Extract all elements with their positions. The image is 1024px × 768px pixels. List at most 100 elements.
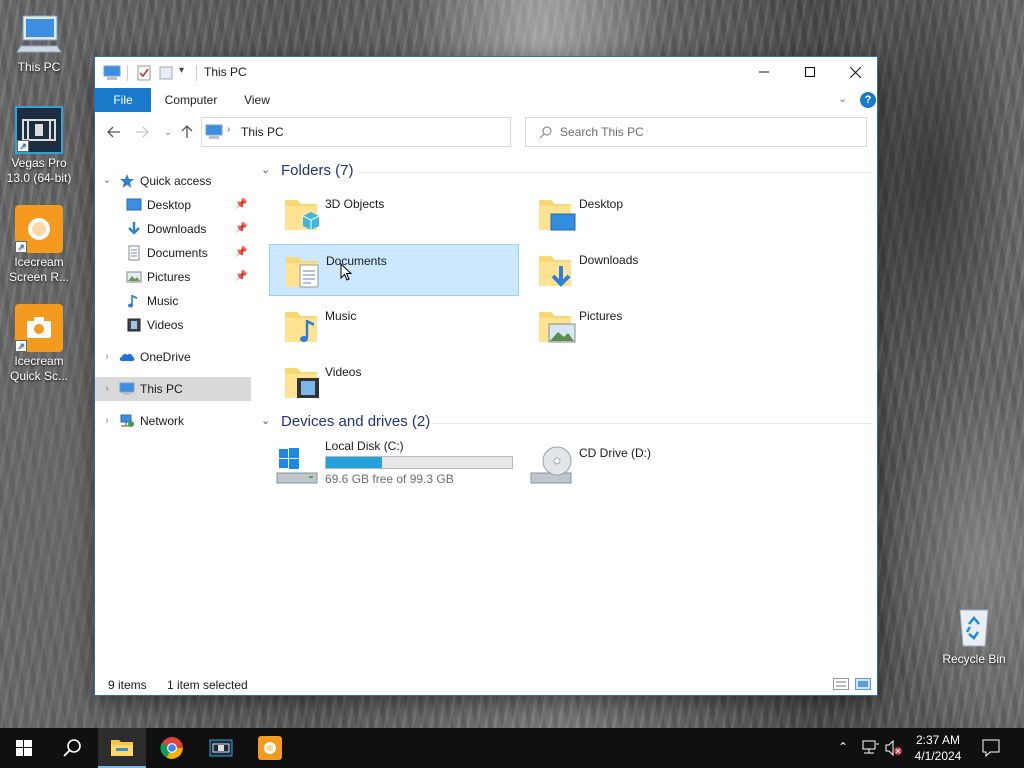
customize-qat-chevron-icon[interactable]: ▾	[179, 65, 189, 81]
nav-item-quick-access[interactable]: ⌄ Quick access	[95, 169, 251, 193]
action-center-icon[interactable]	[982, 739, 1000, 757]
folder-tile-videos[interactable]: Videos	[269, 356, 519, 408]
drive-tile-cd-drive-d[interactable]: CD Drive (D:)	[523, 439, 773, 491]
item-count: 9 items	[108, 678, 147, 692]
tab-file[interactable]: File	[95, 88, 151, 112]
nav-item-music[interactable]: Music	[95, 289, 251, 313]
computer-icon	[103, 65, 121, 81]
folder-label: Music	[325, 309, 357, 323]
computer-icon	[205, 124, 223, 143]
folder-tile-desktop[interactable]: Desktop	[523, 188, 773, 240]
nav-item-label: Videos	[147, 318, 184, 332]
videos-folder-icon	[285, 368, 319, 398]
camera-icon: ↗	[15, 304, 63, 352]
recycle-bin-icon	[950, 602, 998, 650]
chevron-right-icon[interactable]: ›	[101, 409, 113, 433]
desktop-icon-vegas-pro[interactable]: ↗ Vegas Pro 13.0 (64-bit)	[1, 106, 77, 186]
pin-icon[interactable]: 📌	[235, 217, 247, 241]
folder-tile-documents[interactable]: Documents	[269, 244, 519, 296]
properties-icon[interactable]	[136, 65, 152, 81]
chrome-icon	[160, 737, 183, 759]
cloud-icon	[119, 353, 135, 361]
help-icon[interactable]: ?	[860, 92, 876, 108]
group-divider	[433, 423, 871, 424]
pin-icon[interactable]: 📌	[235, 265, 247, 289]
title-bar[interactable]: ▾ This PC	[95, 57, 877, 87]
tab-computer[interactable]: Computer	[157, 88, 225, 112]
back-button[interactable]	[105, 123, 123, 141]
start-button[interactable]	[0, 728, 48, 768]
folder-label: Documents	[326, 254, 387, 268]
recent-locations-chevron-icon[interactable]: ⌄	[159, 123, 177, 141]
nav-item-downloads[interactable]: Downloads 📌	[95, 217, 251, 241]
nav-item-desktop[interactable]: Desktop 📌	[95, 193, 251, 217]
new-folder-icon[interactable]	[159, 65, 173, 81]
taskbar-file-explorer[interactable]	[98, 728, 146, 768]
chevron-down-icon[interactable]: ⌄	[261, 163, 270, 176]
taskbar-clock[interactable]: 2:37 AM 4/1/2024	[906, 732, 970, 764]
pictures-folder-icon	[539, 312, 576, 343]
forward-button[interactable]	[133, 123, 151, 141]
show-hidden-icons-chevron-icon[interactable]: ⌃	[838, 740, 848, 754]
breadcrumb-this-pc[interactable]: This PC	[241, 125, 284, 139]
address-bar[interactable]: › This PC ⌄ ↻	[201, 117, 608, 147]
desktop-icon-label: Recycle Bin	[942, 652, 1006, 666]
chevron-down-icon[interactable]: ⌄	[261, 414, 270, 427]
taskbar-chrome[interactable]	[148, 728, 196, 768]
nav-item-documents[interactable]: Documents 📌	[95, 241, 251, 265]
pin-icon[interactable]: 📌	[235, 241, 247, 265]
close-button[interactable]	[832, 57, 878, 87]
tab-view[interactable]: View	[237, 88, 277, 112]
network-status-icon[interactable]	[862, 740, 880, 756]
drive-label: CD Drive (D:)	[579, 446, 651, 460]
group-header-devices-and-drives[interactable]: ⌄ Devices and drives (2)	[261, 412, 871, 434]
search-input[interactable]	[560, 123, 850, 141]
folder-tile-3d-objects[interactable]: 3D Objects	[269, 188, 519, 240]
search-button[interactable]	[48, 728, 96, 768]
nav-item-videos[interactable]: Videos	[95, 313, 251, 337]
chevron-right-icon[interactable]: ›	[101, 345, 113, 369]
minimize-button[interactable]	[741, 57, 787, 87]
folder-tile-music[interactable]: Music	[269, 300, 519, 352]
nav-item-onedrive[interactable]: › OneDrive	[95, 345, 251, 369]
large-icons-view-icon[interactable]	[855, 678, 871, 690]
file-explorer-window: ▾ This PC File Computer View ⌄ ? ⌄ › Thi…	[94, 56, 878, 696]
taskbar-vegas-pro[interactable]	[197, 728, 245, 768]
details-view-icon[interactable]	[833, 678, 849, 690]
folder-tile-downloads[interactable]: Downloads	[523, 244, 773, 296]
desktop-icon-icecream-quick-screenshot[interactable]: ↗ Icecream Quick Sc...	[1, 304, 77, 384]
nav-item-pictures[interactable]: Pictures 📌	[95, 265, 251, 289]
nav-item-this-pc[interactable]: › This PC	[95, 377, 251, 401]
clock-date: 4/1/2024	[914, 749, 962, 763]
drive-tile-local-disk-c[interactable]: Local Disk (C:) 69.6 GB free of 99.3 GB	[269, 439, 519, 491]
desktop-icon-icecream-screen-recorder[interactable]: ↗ Icecream Screen R...	[1, 205, 77, 285]
3d-objects-folder-icon	[285, 200, 320, 230]
download-arrow-icon	[128, 222, 140, 235]
cd-drive-icon	[530, 446, 572, 484]
maximize-button[interactable]	[787, 57, 833, 87]
up-button[interactable]	[178, 123, 196, 141]
desktop-icon-label: This PC	[17, 60, 61, 74]
navigation-pane: ⌄ Quick access Desktop 📌 Downloads 📌 Doc…	[95, 154, 252, 664]
close-icon	[849, 66, 861, 78]
search-box[interactable]	[525, 117, 867, 147]
chevron-right-icon[interactable]: ›	[101, 377, 113, 401]
taskbar-icecream-recorder[interactable]	[246, 728, 294, 768]
status-bar: 9 items 1 item selected	[95, 674, 877, 696]
pin-icon[interactable]: 📌	[235, 193, 247, 217]
ribbon-tab-bar: File Computer View ⌄ ?	[95, 88, 877, 112]
computer-icon	[15, 10, 63, 58]
volume-muted-icon[interactable]	[885, 740, 903, 756]
chevron-down-icon[interactable]: ⌄	[101, 169, 113, 193]
folder-tile-pictures[interactable]: Pictures	[523, 300, 773, 352]
desktop-icon-this-pc[interactable]: This PC	[1, 10, 77, 75]
folder-icon	[111, 740, 133, 756]
forward-arrow-icon	[136, 126, 149, 138]
content-pane: ⌄ Folders (7) 3D Objects Desktop Documen…	[255, 154, 877, 664]
nav-item-network[interactable]: › Network	[95, 409, 251, 433]
group-header-folders[interactable]: ⌄ Folders (7)	[261, 161, 871, 183]
expand-ribbon-chevron-icon[interactable]: ⌄	[838, 92, 847, 105]
desktop-icon-recycle-bin[interactable]: Recycle Bin	[936, 602, 1012, 667]
nav-item-label: This PC	[140, 382, 183, 396]
star-icon	[120, 174, 134, 188]
